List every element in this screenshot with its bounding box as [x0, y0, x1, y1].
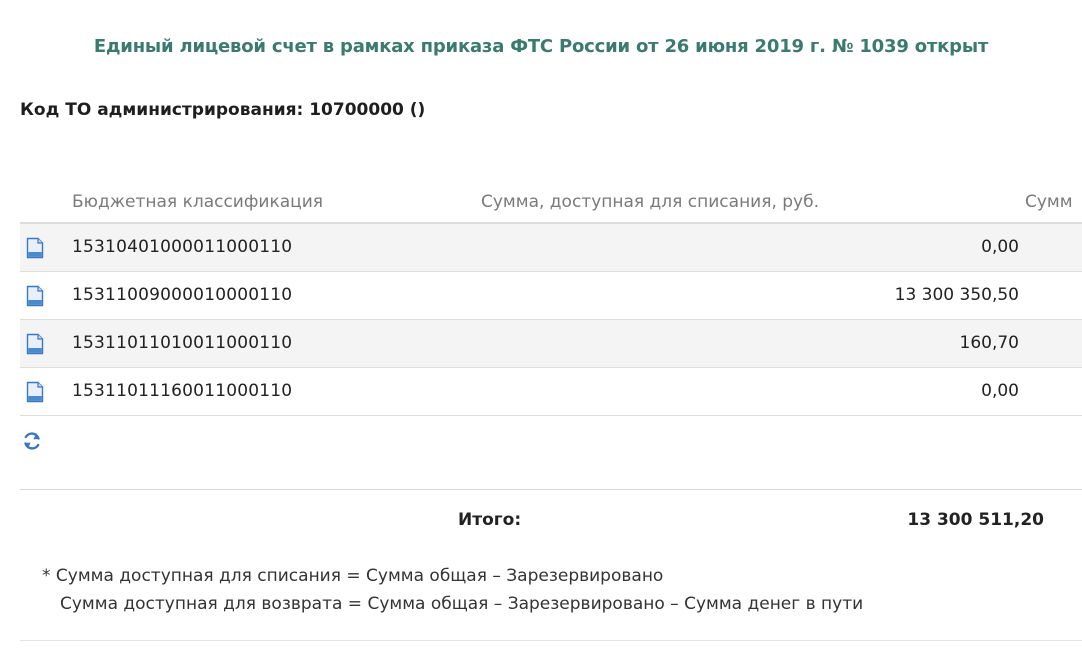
- kbk-code: 15311011010011000110: [72, 333, 293, 353]
- kbk-code: 15310401000011000110: [72, 237, 293, 257]
- total-label: Итого:: [458, 510, 522, 530]
- document-icon[interactable]: [24, 333, 46, 355]
- document-icon[interactable]: [24, 237, 46, 259]
- table-header: Бюджетная классификация Сумма, доступная…: [20, 180, 1082, 224]
- column-header-kbk[interactable]: Бюджетная классификация: [72, 192, 323, 212]
- table-row[interactable]: 15311011010011000110 160,70: [20, 320, 1082, 368]
- available-amount: 0,00: [981, 237, 1019, 257]
- divider: [20, 640, 1082, 641]
- table-row[interactable]: 15311011160011000110 0,00: [20, 368, 1082, 416]
- refresh-icon[interactable]: [21, 430, 43, 452]
- kbk-code: 15311009000010000110: [72, 285, 293, 305]
- document-icon[interactable]: [24, 285, 46, 307]
- footnote-refund: Сумма доступная для возврата = Сумма общ…: [60, 594, 864, 614]
- table-row[interactable]: 15310401000011000110 0,00: [20, 224, 1082, 272]
- table-row[interactable]: 15311009000010000110 13 300 350,50: [20, 272, 1082, 320]
- document-icon[interactable]: [24, 381, 46, 403]
- column-header-available[interactable]: Сумма, доступная для списания, руб.: [481, 192, 819, 212]
- footnote-available: * Сумма доступная для списания = Сумма о…: [42, 566, 664, 586]
- customs-office-code: Код ТО администрирования: 10700000 (): [20, 100, 426, 120]
- budget-classification-table: Бюджетная классификация Сумма, доступная…: [20, 180, 1082, 416]
- kbk-code: 15311011160011000110: [72, 381, 293, 401]
- divider: [20, 489, 1082, 490]
- available-amount: 13 300 350,50: [894, 285, 1019, 305]
- available-amount: 0,00: [981, 381, 1019, 401]
- column-header-sum[interactable]: Сумм: [1025, 192, 1073, 212]
- total-value: 13 300 511,20: [907, 510, 1044, 530]
- available-amount: 160,70: [959, 333, 1019, 353]
- account-opened-notice: Единый лицевой счет в рамках приказа ФТС…: [93, 36, 989, 57]
